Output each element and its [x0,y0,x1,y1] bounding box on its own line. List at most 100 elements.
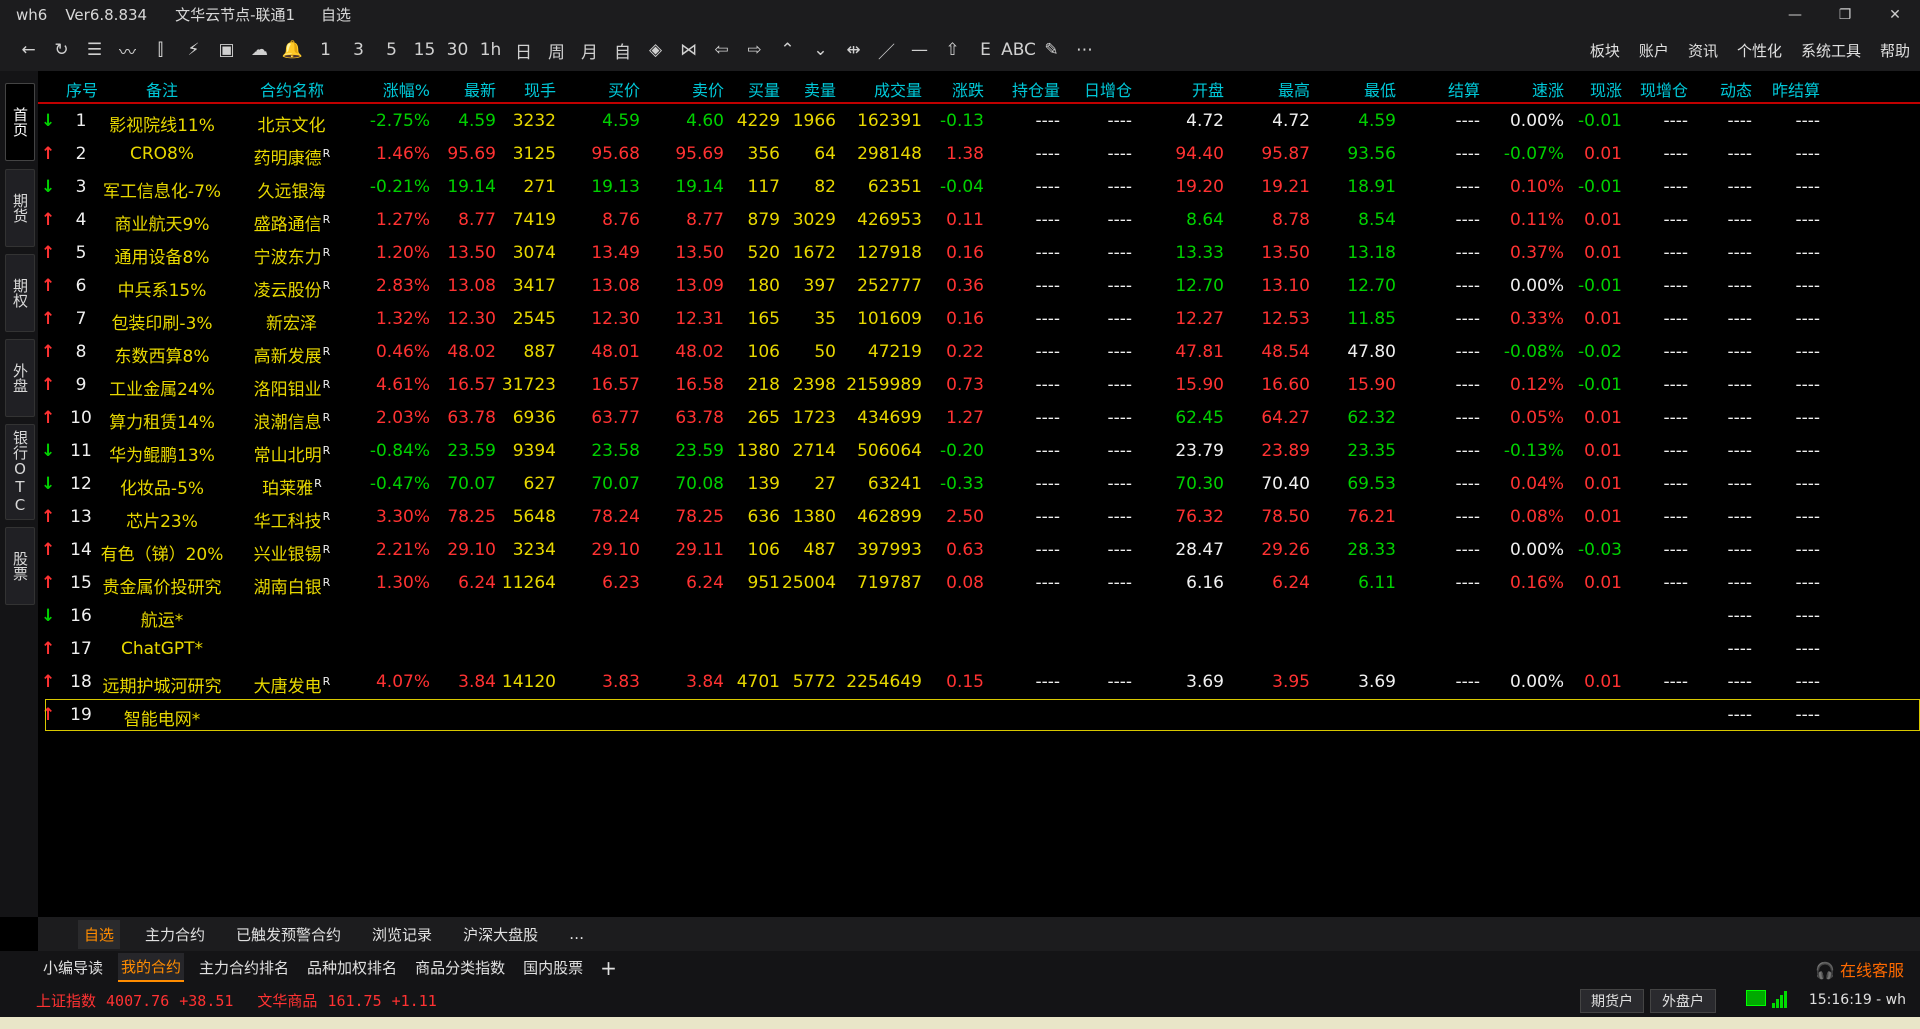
sheet-tab-4[interactable]: 沪深大盘股 [457,920,544,949]
arrow-right-icon[interactable]: ⇨ [738,34,771,66]
header-ask[interactable]: 卖价 [642,77,724,101]
timeframe-13-button[interactable]: 30 [441,34,474,66]
table-row[interactable]: ↑ 6 中兵系15% 凌云股份R 2.83% 13.08 3417 13.08 13.09 180… [38,271,1920,304]
header-open[interactable]: 开盘 [1134,77,1224,101]
header-low[interactable]: 最低 [1312,77,1396,101]
left-tab-4[interactable]: 银行OTC [5,424,35,520]
table-row[interactable]: ↓ 1 影视院线11% 北京文化 -2.75% 4.59 3232 4.59 4.60 4229 1… [38,106,1920,139]
header-cur[interactable]: 现手 [498,77,556,101]
restore-icon[interactable]: ❐ [1820,0,1870,29]
header-oi_chg[interactable]: 日增仓 [1062,77,1132,101]
sheet-tab-1[interactable]: 主力合约 [139,920,211,949]
left-tab-3[interactable]: 外盘 [5,339,35,417]
header-bid_vol[interactable]: 买量 [726,77,780,101]
menu-item-4[interactable]: 系统工具 [1801,40,1861,61]
diamond-left-icon[interactable]: ◈ [639,34,672,66]
table-row[interactable]: ↑ 2 CRO8% 药明康德R 1.46% 95.69 3125 95.68 95.69 356 6… [38,139,1920,172]
dash-icon[interactable]: — [903,34,936,66]
header-bid[interactable]: 买价 [558,77,640,101]
timeframe-12-button[interactable]: 15 [408,34,441,66]
header-vol[interactable]: 成交量 [838,77,922,101]
table-row[interactable]: ↑ 7 包装印刷-3% 新宏泽 1.32% 12.30 2545 12.30 12.31 165 3… [38,304,1920,337]
left-tab-2[interactable]: 期权 [5,254,35,332]
table-row[interactable]: ↑ 10 算力租赁14% 浪潮信息R 2.03% 63.78 6936 63.77 63.78 2… [38,403,1920,436]
header-prev[interactable]: 昨结算 [1754,77,1820,101]
left-tab-0[interactable]: 首页 [5,83,35,161]
double-up-icon[interactable]: ⌃ [771,34,804,66]
slash-icon[interactable]: ／ [870,34,903,66]
arrow-left-icon[interactable]: ⇦ [705,34,738,66]
online-service-button[interactable]: 🎧 在线客服 [1815,957,1904,981]
left-tab-1[interactable]: 期货 [5,169,35,247]
expand-icon[interactable]: ⇹ [837,34,870,66]
bottom-tab-0[interactable]: 小编导读 [40,954,106,981]
bell-icon[interactable]: 🔔 [276,34,309,66]
bottom-tab-5[interactable]: 国内股票 [520,954,586,981]
timeframe-14-button[interactable]: 1h [474,34,507,66]
more-tabs-icon[interactable]: … [563,921,590,947]
timeframe-9-button[interactable]: 1 [309,34,342,66]
header-chg[interactable]: 涨跌 [924,77,984,101]
header-settle[interactable]: 结算 [1398,77,1480,101]
header-chg_pct[interactable]: 涨幅% [358,77,430,101]
sheet-tab-0[interactable]: 自选 [78,919,121,949]
lightning-chart-icon[interactable]: ⚡ [177,34,210,66]
header-name[interactable]: 合约名称 [228,77,356,101]
sheet-tab-2[interactable]: 已触发预警合约 [230,920,347,949]
table-row[interactable]: ↓ 16 航运* ---- ---- [38,601,1920,634]
timeframe-16-button[interactable]: 周 [540,34,573,66]
header-dyn[interactable]: 动态 [1690,77,1752,101]
line-chart-icon[interactable]: 〰 [111,34,144,66]
header-speed[interactable]: 速涨 [1482,77,1564,101]
close-icon[interactable]: ✕ [1870,0,1920,29]
table-row[interactable]: ↑ 9 工业金属24% 洛阳钼业R 4.61% 16.57 31723 16.57 16.58 2… [38,370,1920,403]
menu-item-1[interactable]: 账户 [1639,40,1669,61]
header-high[interactable]: 最高 [1226,77,1310,101]
table-row[interactable]: ↑ 18 远期护城河研究 大唐发电R 4.07% 3.84 14120 3.83 3.84 470… [38,667,1920,700]
cloud-lightning-icon[interactable]: ☁ [243,34,276,66]
pen-icon[interactable]: ✎ [1035,34,1068,66]
table-row[interactable]: ↑ 17 ChatGPT* ---- ---- [38,634,1920,667]
timeframe-17-button[interactable]: 月 [573,34,606,66]
double-down-icon[interactable]: ⌄ [804,34,837,66]
foreign-account-button[interactable]: 外盘户 [1650,989,1716,1013]
futures-account-button[interactable]: 期货户 [1580,989,1644,1013]
list-icon[interactable]: ☰ [78,34,111,66]
menu-item-2[interactable]: 资讯 [1688,40,1718,61]
menu-item-0[interactable]: 板块 [1590,40,1620,61]
home-up-icon[interactable]: ⇧ [936,34,969,66]
timeframe-18-button[interactable]: 自 [606,34,639,66]
menu-item-5[interactable]: 帮助 [1880,40,1910,61]
kline-box-icon[interactable]: ▣ [210,34,243,66]
table-row[interactable]: ↑ 14 有色（锑）20% 兴业银锡R 2.21% 29.10 3234 29.10 29.11… [38,535,1920,568]
timeframe-11-button[interactable]: 5 [375,34,408,66]
table-row[interactable]: ↑ 15 贵金属价投研究 湖南白银R 1.30% 6.24 11264 6.23 6.24 951… [38,568,1920,601]
header-no[interactable]: 序号 [66,77,98,101]
table-row[interactable]: ↑ 5 通用设备8% 宁波东力R 1.20% 13.50 3074 13.49 13.50 520… [38,238,1920,271]
header-oi[interactable]: 持仓量 [986,77,1060,101]
menu-item-3[interactable]: 个性化 [1737,40,1782,61]
table-row[interactable]: ↓ 3 军工信息化-7% 久远银海 -0.21% 19.14 271 19.13 19.14 11… [38,172,1920,205]
bottom-tab-3[interactable]: 品种加权排名 [304,954,400,981]
refresh-icon[interactable]: ↻ [45,34,78,66]
table-row[interactable]: ↓ 11 华为鲲鹏13% 常山北明R -0.84% 23.59 9394 23.58 23.59… [38,436,1920,469]
timeframe-10-button[interactable]: 3 [342,34,375,66]
candlestick-icon[interactable]: ⫿ [144,34,177,66]
timeframe-30-button[interactable]: ABC [1001,34,1036,66]
table-row[interactable]: ↑ 13 芯片23% 华工科技R 3.30% 78.25 5648 78.24 78.25 636… [38,502,1920,535]
header-cur_oi[interactable]: 现增仓 [1624,77,1688,101]
bottom-tab-2[interactable]: 主力合约排名 [196,954,292,981]
minimize-icon[interactable]: — [1770,0,1820,29]
bottom-tab-1[interactable]: 我的合约 [118,953,185,982]
left-tab-5[interactable]: 股票 [5,527,35,605]
table-row[interactable]: ↓ 12 化妆品-5% 珀莱雅R -0.47% 70.07 627 70.07 70.08 139… [38,469,1920,502]
table-row[interactable]: ↑ 4 商业航天9% 盛路通信R 1.27% 8.77 7419 8.76 8.77 879 302… [38,205,1920,238]
sheet-tab-3[interactable]: 浏览记录 [366,920,438,949]
header-last[interactable]: 最新 [432,77,496,101]
timeframe-15-button[interactable]: 日 [507,34,540,66]
header-note[interactable]: 备注 [98,77,226,101]
bottom-tab-4[interactable]: 商品分类指数 [412,954,508,981]
diamond-right-icon[interactable]: ⋈ [672,34,705,66]
header-ask_vol[interactable]: 卖量 [782,77,836,101]
add-tab-button[interactable]: + [600,956,617,980]
